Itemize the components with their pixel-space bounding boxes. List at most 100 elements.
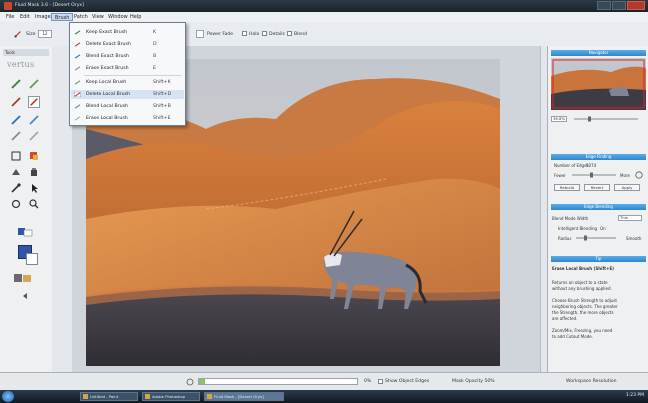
- apply-button[interactable]: Apply: [614, 184, 640, 191]
- navigator-thumbnail[interactable]: [551, 58, 646, 110]
- power-fade-stepper[interactable]: [196, 30, 204, 38]
- more-label: More: [620, 173, 630, 178]
- menu-item-blend-local-brush[interactable]: Blend Local Brush Shift+B: [71, 102, 184, 111]
- zoom-field[interactable]: 36.8%: [551, 116, 567, 122]
- menu-item-blend-exact-brush[interactable]: Blend Exact Brush B: [71, 52, 184, 61]
- keep-brush-icon: [74, 30, 81, 35]
- tip-line: Returns an object to a state: [552, 280, 608, 285]
- taskbar-item-active[interactable]: Fluid Mask - [Desert Oryx]: [204, 392, 284, 401]
- fill-icon[interactable]: [10, 166, 22, 178]
- menu-item-erase-local-brush[interactable]: Erase Local Brush Shift+E: [71, 114, 184, 123]
- keep-brush-icon[interactable]: [10, 78, 22, 90]
- zoom-percent: 0%: [364, 379, 372, 384]
- show-object-edges-checkbox[interactable]: [378, 379, 383, 384]
- menu-item-label: Erase Local Brush: [86, 116, 128, 121]
- hand-icon[interactable]: [10, 198, 22, 210]
- details-checkbox[interactable]: [262, 31, 267, 36]
- maximize-button[interactable]: [612, 1, 626, 10]
- menu-item-delete-local-brush[interactable]: Delete Local Brush Shift+D: [71, 90, 184, 99]
- menu-patch[interactable]: Patch: [71, 13, 91, 21]
- menu-separator: [84, 75, 182, 76]
- start-button[interactable]: [2, 391, 14, 402]
- background-color-swatch[interactable]: [26, 253, 38, 265]
- menu-item-erase-exact-brush[interactable]: Erase Exact Brush E: [71, 64, 184, 73]
- workspace-resolution-label[interactable]: Workspace Resolution: [566, 379, 617, 384]
- number-of-edges-label: Number of Edges: [554, 163, 589, 168]
- delete-local-brush-icon[interactable]: [28, 96, 40, 108]
- intelligent-blending-label: Intelligent Blending: [558, 226, 598, 231]
- window-controls: [597, 1, 645, 10]
- toolbox: Tools vertus: [0, 46, 53, 372]
- zoom-slider[interactable]: [570, 116, 642, 122]
- erase-local-brush-icon[interactable]: [28, 130, 40, 142]
- fewer-label: Fewer: [554, 173, 566, 178]
- rebuild-button[interactable]: Rebuild: [554, 184, 580, 191]
- menu-file[interactable]: File: [3, 13, 17, 21]
- menu-item-label: Keep Local Brush: [86, 80, 127, 85]
- power-fade-label: Power Fade: [207, 32, 234, 37]
- size-field[interactable]: 12: [38, 30, 52, 38]
- erase-brush-icon[interactable]: [10, 130, 22, 142]
- minimize-button[interactable]: [597, 1, 611, 10]
- menu-item-delete-exact-brush[interactable]: Delete Exact Brush D: [71, 40, 184, 49]
- menu-item-keep-exact-brush[interactable]: Keep Exact Brush K: [71, 28, 184, 37]
- blend-local-brush-icon: [74, 104, 81, 109]
- taskbar-item-label: Fluid Mask - [Desert Oryx]: [214, 394, 264, 399]
- delete-local-brush-icon: [74, 92, 81, 97]
- status-bar: 0% Show Object Edges Mask Opacity 50% Wo…: [0, 372, 648, 391]
- revert-button[interactable]: Revert: [584, 184, 610, 191]
- app-icon: [207, 394, 212, 399]
- blend-checkbox[interactable]: [287, 31, 292, 36]
- bucket-icon[interactable]: [28, 166, 40, 178]
- vertical-scrollbar[interactable]: [540, 46, 547, 372]
- tip-line: without any brushing applied.: [552, 286, 612, 291]
- menu-item-keep-local-brush[interactable]: Keep Local Brush Shift+K: [71, 78, 184, 87]
- details-label: Details: [269, 32, 285, 37]
- menu-edit[interactable]: Edit: [17, 13, 33, 21]
- tip-line: Zoom/Mix, Freezing, you need: [552, 328, 613, 333]
- menu-item-label: Erase Exact Brush: [86, 66, 129, 71]
- help-icon[interactable]: [635, 171, 643, 179]
- blend-brush-icon[interactable]: [10, 114, 22, 126]
- taskbar: Untitled - Paint Adobe Photoshop Fluid M…: [0, 390, 648, 403]
- clock: 1:23 PM: [625, 393, 644, 398]
- show-object-edges-label: Show Object Edges: [385, 379, 430, 384]
- smooth-label: Smooth: [626, 236, 642, 241]
- size-label: Size: [26, 32, 36, 37]
- vertus-logo: vertus: [7, 60, 35, 69]
- taskbar-item[interactable]: Untitled - Paint: [80, 392, 138, 401]
- progress-icon: [186, 378, 194, 386]
- zoom-icon[interactable]: [28, 198, 40, 210]
- tip-line: the Strength, the more objects: [552, 310, 614, 315]
- swap-colors-icon[interactable]: [16, 226, 36, 238]
- pointer-icon[interactable]: [28, 182, 40, 194]
- erase-brush-icon: [74, 66, 81, 71]
- blend-local-brush-icon[interactable]: [28, 114, 40, 126]
- toolbox-header: Tools: [3, 49, 49, 56]
- window-title: Fluid Mask 3.6 - [Desert Oryx]: [15, 3, 84, 8]
- close-button[interactable]: [627, 1, 645, 10]
- title-bar: Fluid Mask 3.6 - [Desert Oryx]: [0, 0, 648, 12]
- halo-checkbox[interactable]: [242, 31, 247, 36]
- menu-item-shortcut: Shift+D: [153, 92, 172, 97]
- delete-brush-icon[interactable]: [10, 96, 22, 108]
- app-icon: [145, 394, 150, 399]
- patch-icon[interactable]: [28, 150, 40, 162]
- blend-mode-select[interactable]: Thin: [618, 215, 642, 221]
- edges-slider[interactable]: [570, 172, 618, 178]
- menu-help[interactable]: Help: [127, 13, 144, 21]
- intelligent-blending-value[interactable]: On: [600, 226, 606, 231]
- mask-preview-icon[interactable]: [12, 272, 36, 284]
- menu-item-label: Delete Local Brush: [86, 92, 131, 97]
- taskbar-item[interactable]: Adobe Photoshop: [142, 392, 200, 401]
- reset-icon[interactable]: [20, 290, 32, 302]
- rectangle-select-icon[interactable]: [10, 150, 22, 162]
- menu-item-shortcut: B: [153, 54, 157, 59]
- blend-brush-icon: [74, 54, 81, 59]
- radius-slider[interactable]: [574, 235, 618, 241]
- eyedropper-icon[interactable]: [10, 182, 22, 194]
- keep-local-brush-icon[interactable]: [28, 78, 40, 90]
- tip-header: Tip: [551, 256, 646, 262]
- delete-brush-icon: [74, 42, 81, 47]
- mask-opacity-label[interactable]: Mask Opacity 50%: [452, 379, 495, 384]
